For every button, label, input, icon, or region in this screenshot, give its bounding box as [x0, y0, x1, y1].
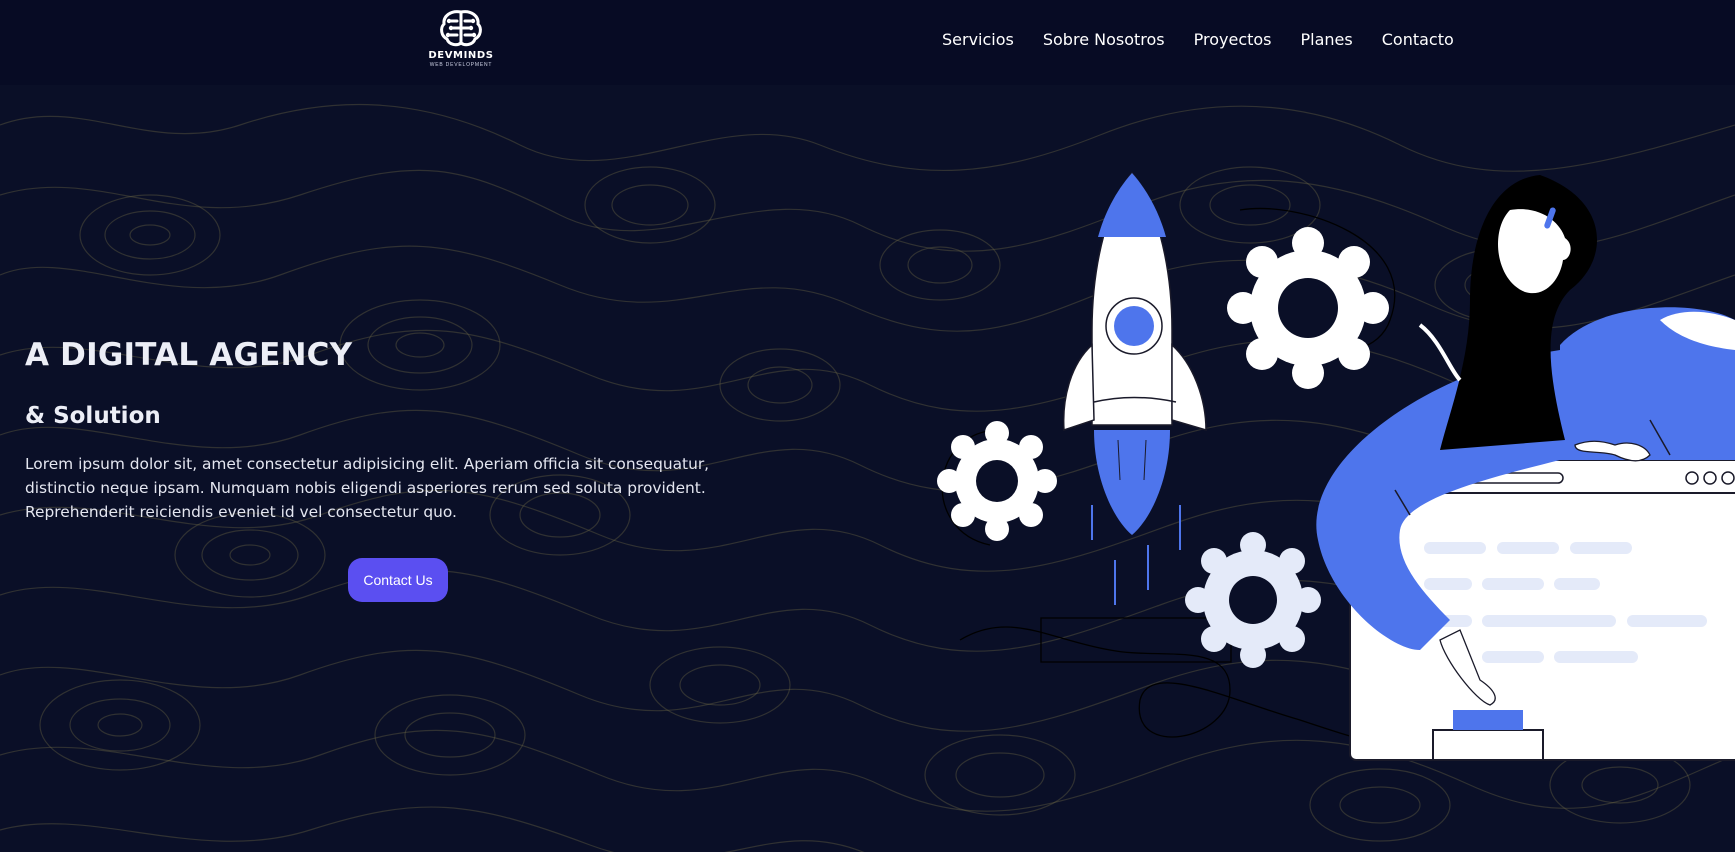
- hero-illustration: [937, 171, 1735, 761]
- hero-title: A DIGITAL AGENCY: [25, 337, 353, 373]
- nav-link-sobre-nosotros[interactable]: Sobre Nosotros: [1043, 30, 1165, 50]
- hero-description: Lorem ipsum dolor sit, amet consectetur …: [25, 455, 710, 521]
- rocket-icon: [1062, 171, 1207, 605]
- brain-logo-icon: [440, 10, 482, 47]
- hero-section: A DIGITAL AGENCY & Solution Lorem ipsum …: [0, 85, 1735, 852]
- logo-name: DEVMINDS: [428, 50, 494, 61]
- nav-link-proyectos[interactable]: Proyectos: [1194, 30, 1272, 50]
- contact-us-button[interactable]: Contact Us: [348, 558, 448, 602]
- nav-link-servicios[interactable]: Servicios: [942, 30, 1014, 50]
- nav-link-planes[interactable]: Planes: [1301, 30, 1353, 50]
- gear-icon: [1185, 532, 1321, 668]
- logo[interactable]: DEVMINDS WEB DEVELOPMENT: [428, 8, 494, 70]
- nav-link-contacto[interactable]: Contacto: [1382, 30, 1454, 50]
- logo-tagline: WEB DEVELOPMENT: [429, 62, 493, 68]
- gear-icon: [1227, 227, 1389, 389]
- gear-icon: [937, 421, 1057, 541]
- main-nav: Servicios Sobre Nosotros Proyectos Plane…: [942, 30, 1483, 50]
- top-navbar: DEVMINDS WEB DEVELOPMENT Servicios Sobre…: [0, 0, 1735, 85]
- hero-subtitle: & Solution: [25, 403, 161, 429]
